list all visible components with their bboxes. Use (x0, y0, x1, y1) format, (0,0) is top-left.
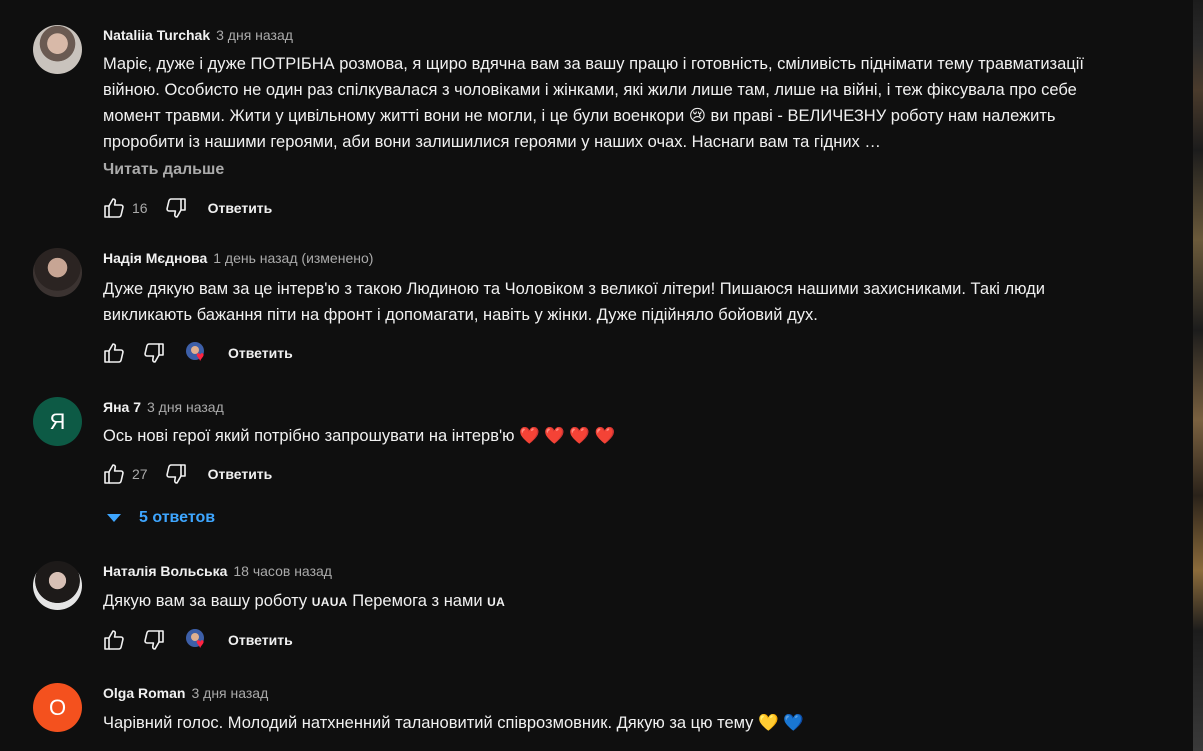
avatar[interactable] (33, 25, 82, 74)
chevron-down-icon (107, 514, 121, 522)
avatar[interactable]: Я (33, 397, 82, 446)
comment-actions: 27 Ответить (100, 460, 272, 488)
thumbs-up-icon[interactable] (100, 626, 128, 654)
like-count: 27 (132, 466, 148, 482)
thumbs-down-icon[interactable] (140, 626, 168, 654)
comment-text: Дуже дякую вам за це інтерв'ю з такою Лю… (103, 280, 1046, 324)
timestamp[interactable]: 18 часов назад (233, 563, 332, 579)
thumbs-down-icon[interactable] (162, 194, 190, 222)
author-name[interactable]: Наталія Вольська (103, 563, 227, 579)
thumbs-up-icon[interactable] (100, 460, 128, 488)
comment-actions: ♥ Ответить (100, 339, 293, 367)
avatar[interactable] (33, 561, 82, 610)
comment-actions: ♥ Ответить (100, 626, 293, 654)
avatar-letter: O (48, 694, 67, 720)
creator-heart-icon[interactable]: ♥ (186, 627, 212, 653)
reply-button[interactable]: Ответить (208, 200, 273, 216)
author-name[interactable]: Olga Roman (103, 685, 185, 701)
comment-header: Надія Мєднова 1 день назад (изменено) (103, 249, 373, 267)
author-name[interactable]: Надія Мєднова (103, 250, 207, 266)
comment-text: Чарівний голос. Молодий натхненний талан… (103, 714, 804, 732)
comment-header: Nataliia Turchak 3 дня назад (103, 26, 293, 44)
comment-text: Дякую вам за вашу роботу UAUA Перемога з… (103, 588, 1133, 615)
comment-header: Olga Roman 3 дня назад (103, 684, 268, 702)
comment-header: Наталія Вольська 18 часов назад (103, 562, 332, 580)
thumbs-down-icon[interactable] (162, 460, 190, 488)
timestamp[interactable]: 3 дня назад (216, 27, 293, 43)
thumbs-down-icon[interactable] (140, 339, 168, 367)
reply-button[interactable]: Ответить (228, 345, 293, 361)
comment-actions: 16 Ответить (100, 194, 272, 222)
comment-text-part: Дякую вам за вашу роботу (103, 592, 312, 610)
author-name[interactable]: Яна 7 (103, 399, 141, 415)
author-name[interactable]: Nataliia Turchak (103, 27, 210, 43)
thumbs-up-icon[interactable] (100, 194, 128, 222)
avatar[interactable] (33, 248, 82, 297)
thumbs-up-icon[interactable] (100, 339, 128, 367)
comment-text-part: Перемога з нами (347, 592, 488, 610)
comment-header: Яна 7 3 дня назад (103, 398, 224, 416)
timestamp[interactable]: 3 дня назад (191, 685, 268, 701)
timestamp[interactable]: 1 день назад (изменено) (213, 250, 373, 266)
reply-button[interactable]: Ответить (208, 466, 273, 482)
reply-button[interactable]: Ответить (228, 632, 293, 648)
flag-emoji: UAUA (311, 595, 348, 609)
like-count: 16 (132, 200, 148, 216)
show-replies-button[interactable]: 5 ответов (107, 504, 215, 532)
flag-emoji: UA (487, 595, 506, 609)
read-more-button[interactable]: Читать дальше (103, 161, 224, 179)
timestamp[interactable]: 3 дня назад (147, 399, 224, 415)
comment-text: Марiє, дуже i дуже ПОТРІБНА розмова, я щ… (103, 55, 1084, 151)
avatar[interactable]: O (33, 683, 82, 732)
side-panel-edge (1193, 0, 1203, 751)
creator-heart-icon[interactable]: ♥ (186, 340, 212, 366)
comment-text: Ось нові герої який потрібно запрошувати… (103, 427, 616, 445)
avatar-letter: Я (49, 408, 66, 434)
replies-count: 5 ответов (139, 509, 216, 526)
